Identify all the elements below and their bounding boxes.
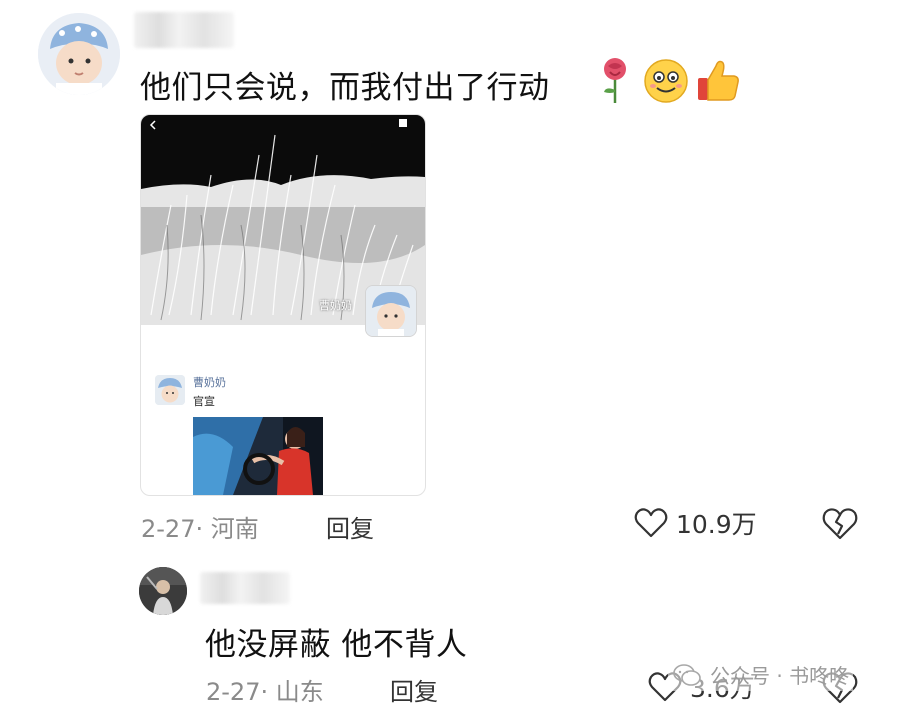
watermark-text: 公众号 · 书咚咚 xyxy=(710,664,850,688)
reply-button[interactable]: 回复 xyxy=(326,509,374,544)
rose-emoji xyxy=(604,58,626,103)
screenshot-reply-name: 曹奶奶 xyxy=(193,376,226,389)
broken-heart-icon[interactable] xyxy=(822,507,858,541)
screenshot-reply-text: 官宣 xyxy=(193,395,215,408)
reply-commenter-name-blurred xyxy=(200,572,290,604)
comment-date-location: 2-27· 河南 xyxy=(141,515,259,543)
reply-date-location: 2-27· 山东 xyxy=(206,678,324,706)
commenter-avatar[interactable] xyxy=(38,13,120,95)
person-photo xyxy=(139,567,187,615)
comment-thread: 他们只会说，而我付出了行动 曹奶奶 曹奶奶 官宣 2-27· 河南 回复 10.… xyxy=(0,0,916,712)
reply-reply-button[interactable]: 回复 xyxy=(390,672,438,707)
like-button[interactable]: 10.9万 xyxy=(634,505,757,541)
smiling-face-emoji xyxy=(644,59,688,103)
source-watermark: 公众号 · 书咚咚 xyxy=(668,658,854,691)
like-count: 10.9万 xyxy=(676,510,757,539)
screenshot-reply-avatar xyxy=(155,375,185,405)
commenter-name-blurred xyxy=(134,12,234,48)
comment-text: 他们只会说，而我付出了行动 xyxy=(140,70,550,106)
wechat-icon xyxy=(673,663,701,686)
baby-photo xyxy=(38,13,120,95)
thumbs-up-emoji xyxy=(698,60,739,101)
car-photo xyxy=(193,417,323,495)
reply-comment-text: 他没屏蔽 他不背人 xyxy=(205,627,468,663)
attached-screenshot[interactable]: 曹奶奶 曹奶奶 官宣 xyxy=(140,114,426,496)
reply-commenter-avatar[interactable] xyxy=(139,567,187,615)
screenshot-watermark: 曹奶奶 xyxy=(319,299,352,312)
screenshot-avatar xyxy=(365,285,417,337)
heart-icon xyxy=(634,508,668,538)
